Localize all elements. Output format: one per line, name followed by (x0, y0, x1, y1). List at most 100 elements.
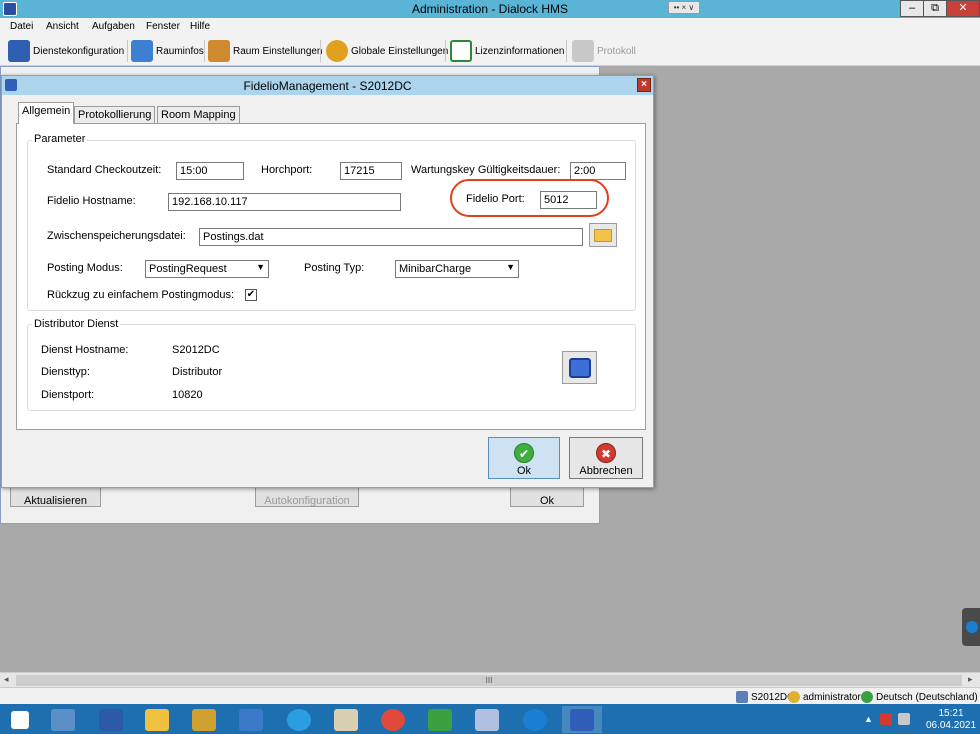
horizontal-scrollbar[interactable]: ◂ III ▸ (0, 672, 980, 687)
service-hostname-value: S2012DC (172, 344, 220, 356)
dialog-title: FidelioManagement - S2012DC (243, 79, 412, 93)
tab-protokollierung[interactable]: Protokollierung (74, 106, 156, 124)
service-hostname-label: Dienst Hostname: (41, 344, 129, 356)
posting-type-label: Posting Typ: (304, 262, 365, 274)
restore-button[interactable]: ⧉ (923, 0, 947, 17)
taskbar-internet-explorer[interactable] (279, 706, 319, 733)
toolbar-separator (127, 40, 128, 62)
background-ok-button[interactable]: Ok (510, 487, 584, 507)
titlebar-extra-controls[interactable]: •• × ∨ (668, 1, 700, 14)
teamviewer-icon (966, 621, 978, 633)
server-manager-icon (51, 708, 75, 731)
system-clock[interactable]: 15:21 06.04.2021 (922, 708, 980, 732)
taskbar: ▲ 15:21 06.04.2021 (0, 704, 980, 734)
taskbar-server-manager[interactable] (43, 706, 83, 733)
room-settings-icon (208, 40, 230, 62)
taskbar-vbox-app[interactable] (420, 706, 460, 733)
menu-fenster[interactable]: Fenster (146, 21, 180, 32)
dialog-titlebar: FidelioManagement - S2012DC × (2, 76, 653, 95)
minimize-button[interactable]: – (900, 0, 924, 17)
scroll-left-arrow[interactable]: ◂ (4, 674, 9, 685)
taskbar-network-tool[interactable] (231, 706, 271, 733)
ok-button-label: Ok (516, 465, 532, 477)
clock-date: 06.04.2021 (925, 720, 977, 731)
taskbar-dialock-hms[interactable] (562, 706, 602, 733)
protocol-icon (572, 40, 594, 62)
taskbar-file-explorer[interactable] (137, 706, 177, 733)
clock-time: 15:21 (938, 708, 964, 719)
distributor-group (27, 324, 636, 411)
checkout-field[interactable]: 15:00 (176, 162, 244, 180)
toolbar-protocol-label: Protokoll (597, 45, 636, 57)
toolbar-services-label: Dienstekonfiguration (33, 45, 125, 57)
hostname-label: Fidelio Hostname: (47, 195, 136, 207)
fallback-checkbox[interactable]: ✔ (245, 289, 257, 301)
main-titlebar: Administration - Dialock HMS •• × ∨ – ⧉ … (0, 0, 980, 18)
ok-button[interactable]: ✔ Ok (488, 437, 560, 479)
taskbar-chrome[interactable] (373, 706, 413, 733)
toolbar-global-settings-button[interactable]: Globale Einstellungen (326, 38, 448, 64)
fidelio-management-dialog: FidelioManagement - S2012DC × Allgemein … (1, 75, 654, 488)
license-icon (450, 40, 472, 62)
taskbar-notepad[interactable] (326, 706, 366, 733)
start-button[interactable] (0, 706, 40, 733)
toolbar-license-button[interactable]: Lizenzinformationen (450, 38, 565, 64)
taskbar-teamviewer[interactable] (515, 706, 555, 733)
menu-ansicht[interactable]: Ansicht (46, 21, 79, 32)
browse-folder-button[interactable] (589, 223, 617, 247)
global-settings-icon (326, 40, 348, 62)
taskbar-user-tool[interactable] (184, 706, 224, 733)
server-icon (736, 691, 748, 703)
toolbar-protocol-button[interactable]: Protokoll (572, 38, 636, 64)
close-window-button[interactable]: ✕ (946, 0, 980, 17)
refresh-button[interactable]: Aktualisieren (10, 487, 101, 507)
user-icon (788, 691, 800, 703)
calendar-icon (568, 357, 591, 378)
autoconfig-button[interactable]: Autokonfiguration (255, 487, 359, 507)
teamviewer-side-tab[interactable] (962, 608, 980, 646)
network-icon (239, 708, 263, 731)
distributor-details-button[interactable] (562, 351, 597, 384)
cache-file-field[interactable]: Postings.dat (199, 228, 583, 246)
toolbar-rooms-button[interactable]: Rauminfos (131, 38, 204, 64)
taskbar-dialock-admin[interactable] (467, 706, 507, 733)
maintenance-key-label: Wartungskey Gültigkeitsdauer: (411, 164, 561, 176)
toolbar-separator (204, 40, 205, 62)
listen-port-field[interactable]: 17215 (340, 162, 402, 180)
fidelio-port-label: Fidelio Port: (466, 193, 525, 205)
toolbar-services-button[interactable]: Dienstekonfiguration (8, 38, 124, 64)
taskbar-powershell[interactable] (91, 706, 131, 733)
tab-allgemein[interactable]: Allgemein (18, 102, 75, 124)
service-port-label: Dienstport: (41, 389, 95, 401)
toolbar-room-settings-button[interactable]: Raum Einstellungen (208, 38, 323, 64)
posting-mode-value: PostingRequest (149, 263, 227, 275)
fidelio-port-field[interactable]: 5012 (540, 191, 597, 209)
tray-expand-icon[interactable]: ▲ (864, 714, 873, 724)
dialog-close-button[interactable]: × (637, 78, 651, 92)
user-tool-icon (192, 708, 216, 731)
posting-type-select[interactable]: MinibarCharge ▼ (395, 260, 519, 278)
scroll-thumb[interactable]: III (16, 675, 962, 686)
notepad-icon (334, 708, 358, 731)
tab-room-mapping[interactable]: Room Mapping (157, 106, 240, 124)
toolbar-separator (320, 40, 321, 62)
menu-datei[interactable]: Datei (10, 21, 33, 32)
menu-hilfe[interactable]: Hilfe (190, 21, 210, 32)
cancel-button[interactable]: ✖ Abbrechen (569, 437, 643, 479)
tray-app-icon[interactable] (898, 713, 910, 725)
maintenance-key-field[interactable]: 2:00 (570, 162, 626, 180)
posting-mode-select[interactable]: PostingRequest ▼ (145, 260, 269, 278)
distributor-group-label: Distributor Dienst (32, 318, 121, 330)
service-type-value: Distributor (172, 366, 223, 378)
rooms-icon (131, 40, 153, 62)
parameter-group-label: Parameter (32, 133, 88, 145)
checkmark-icon: ✔ (514, 443, 534, 463)
status-user: administrator (788, 691, 861, 703)
toolbar-rooms-label: Rauminfos (156, 45, 204, 57)
network-warning-icon[interactable] (880, 713, 892, 725)
scroll-right-arrow[interactable]: ▸ (968, 674, 973, 685)
hostname-field[interactable]: 192.168.10.117 (168, 193, 401, 211)
menu-aufgaben[interactable]: Aufgaben (92, 21, 135, 32)
toolbar-global-settings-label: Globale Einstellungen (351, 45, 449, 57)
chrome-icon (381, 708, 405, 731)
